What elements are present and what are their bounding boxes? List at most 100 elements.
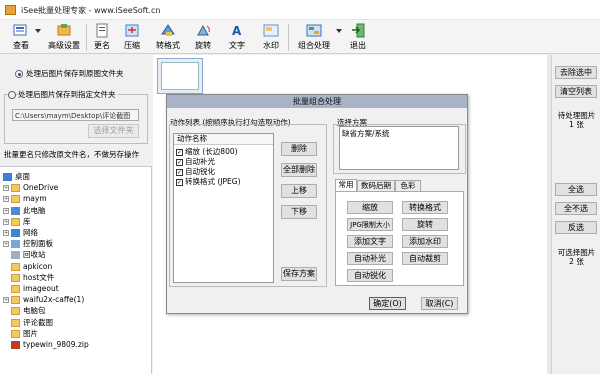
output-path-field[interactable]: C:\Users\maym\Desktop\评论截图: [12, 109, 139, 121]
tree-item[interactable]: + 控制面板: [3, 238, 53, 249]
rename-button[interactable]: 更名: [88, 22, 116, 53]
convert-format-icon: [161, 24, 175, 36]
folder-icon: [11, 296, 20, 305]
action-item[interactable]: ✓ 转换格式 (JPEG): [176, 177, 241, 187]
tree-item-label: 回收站: [23, 250, 46, 260]
tree-item[interactable]: + waifu2x-caffe(1): [3, 294, 84, 305]
action-label: 缩放 (长边800): [185, 147, 238, 156]
auto-sharpen-tool-button[interactable]: 自动锐化: [347, 269, 393, 282]
tree-item[interactable]: + 库: [3, 216, 31, 227]
delete-button[interactable]: 删除: [281, 142, 317, 156]
resize-tool-button[interactable]: 缩放: [347, 201, 393, 214]
tool-tabs: 常用 数码后期 色彩: [335, 179, 464, 191]
exit-icon: [352, 23, 365, 38]
dropdown-arrow-icon[interactable]: [35, 29, 41, 33]
jpg-size-limit-tool-button[interactable]: JPG限制大小: [347, 218, 393, 231]
convert-format-tool-button[interactable]: 转换格式: [402, 201, 448, 214]
choose-folder-button[interactable]: 选择文件夹: [88, 124, 139, 138]
tree-item[interactable]: + 网络: [3, 227, 38, 238]
convert-format-button[interactable]: 转格式: [152, 22, 184, 53]
tree-item[interactable]: apkicon: [3, 261, 52, 272]
folder-tree[interactable]: 桌面 + OneDrive + maym + 此电脑 + 库 + 网络 + 控制面板 回收站 apkicon…: [0, 166, 152, 374]
auto-crop-tool-button[interactable]: 自动裁剪: [402, 252, 448, 265]
title-bar: iSee批量处理专家 - www.iSeeSoft.cn: [0, 0, 600, 20]
exit-button[interactable]: 退出: [344, 22, 372, 53]
tree-item[interactable]: host文件: [3, 272, 54, 283]
expand-toggle-icon[interactable]: +: [3, 207, 9, 214]
batch-combo-dialog: 批量组合处理 动作列表 (按顺序执行打勾选取动作) 动作名称 ✓ 缩放 (长边80…: [166, 94, 468, 314]
tree-item[interactable]: 桌面: [3, 171, 30, 182]
tree-item-label: host文件: [23, 272, 55, 282]
action-label: 转换格式 (JPEG): [185, 177, 241, 186]
expand-toggle-icon[interactable]: +: [3, 196, 9, 203]
move-down-button[interactable]: 下移: [281, 205, 317, 219]
advanced-settings-button[interactable]: 高级设置: [44, 22, 84, 53]
pending-images-count: 1 张: [569, 120, 584, 129]
select-all-button[interactable]: 全选: [555, 183, 597, 196]
clear-list-button[interactable]: 清空列表: [555, 85, 597, 98]
app-icon: [5, 5, 16, 15]
plan-listbox[interactable]: 缺省方案/系统: [339, 126, 459, 170]
dropdown-arrow-icon[interactable]: [336, 29, 342, 33]
watermark-button[interactable]: 水印: [256, 22, 286, 53]
ok-button[interactable]: 确定(O): [369, 297, 406, 310]
action-checkbox[interactable]: ✓: [176, 148, 183, 156]
compress-button[interactable]: 压缩: [118, 22, 146, 53]
compress-icon: [125, 24, 139, 37]
text-icon: A: [232, 24, 242, 38]
tree-item-label: 评论截图: [23, 317, 53, 327]
rotate-tool-button[interactable]: 旋转: [402, 218, 448, 231]
action-checkbox[interactable]: ✓: [176, 178, 183, 186]
folder-icon: [11, 273, 20, 282]
view-button[interactable]: 查看: [3, 22, 41, 53]
delete-all-button[interactable]: 全部删除: [281, 163, 317, 177]
tree-item[interactable]: 回收站: [3, 249, 46, 260]
expand-toggle-icon[interactable]: +: [3, 241, 9, 248]
select-none-button[interactable]: 全不选: [555, 202, 597, 215]
cancel-button[interactable]: 取消(C): [421, 297, 458, 310]
clear-selected-button[interactable]: 去除选中: [555, 66, 597, 79]
tree-item[interactable]: typewin_9809.zip: [3, 339, 89, 350]
tree-item[interactable]: + OneDrive: [3, 182, 58, 193]
tree-item[interactable]: 电脑包: [3, 305, 46, 316]
selectable-images-count: 2 张: [569, 257, 584, 266]
text-button[interactable]: A 文字: [222, 22, 252, 53]
expand-toggle-icon[interactable]: +: [3, 185, 9, 192]
tree-item[interactable]: + maym: [3, 193, 47, 204]
actions-listbox[interactable]: 动作名称 ✓ 缩放 (长边800) ✓ 自动补光 ✓ 自动锐化 ✓ 转换格式 (JPEG): [173, 133, 274, 283]
add-text-tool-button[interactable]: 添加文字: [347, 235, 393, 248]
action-item[interactable]: ✓ 缩放 (长边800): [176, 147, 238, 157]
tree-item-label: 此电脑: [23, 205, 46, 215]
add-watermark-tool-button[interactable]: 添加水印: [402, 235, 448, 248]
tree-item[interactable]: imageout: [3, 283, 59, 294]
tree-item-label: 库: [23, 216, 31, 226]
action-item[interactable]: ✓ 自动补光: [176, 157, 215, 167]
action-checkbox[interactable]: ✓: [176, 168, 183, 176]
radio-save-specified-folder[interactable]: [8, 91, 16, 99]
tree-item[interactable]: 图片: [3, 328, 38, 339]
auto-fill-light-tool-button[interactable]: 自动补光: [347, 252, 393, 265]
radio-save-same-folder[interactable]: [15, 70, 23, 78]
tree-item-label: OneDrive: [23, 183, 59, 193]
pending-images-label: 待处理图片: [557, 111, 596, 120]
move-up-button[interactable]: 上移: [281, 184, 317, 198]
radio-save-same-folder-label: 处理后图片保存到原图文件夹: [26, 69, 124, 78]
action-checkbox[interactable]: ✓: [176, 158, 183, 166]
invert-selection-button[interactable]: 反选: [555, 221, 597, 234]
save-plan-button[interactable]: 保存方案: [281, 267, 317, 281]
tab-color[interactable]: 色彩: [395, 180, 421, 191]
expand-toggle-icon[interactable]: +: [3, 218, 9, 225]
tab-common[interactable]: 常用: [335, 179, 357, 191]
expand-toggle-icon[interactable]: +: [3, 297, 9, 304]
image-thumbnail[interactable]: [157, 58, 203, 94]
folder-icon: [11, 262, 20, 271]
action-item[interactable]: ✓ 自动锐化: [176, 167, 215, 177]
zip-icon: [11, 341, 20, 349]
rotate-button[interactable]: 旋转: [188, 22, 218, 53]
expand-toggle-icon[interactable]: +: [3, 230, 9, 236]
window-title: iSee批量处理专家 - www.iSeeSoft.cn: [21, 6, 161, 15]
tree-item[interactable]: 评论截图: [3, 317, 53, 328]
tree-item[interactable]: + 此电脑: [3, 205, 46, 216]
combo-process-button[interactable]: 组合处理: [292, 22, 342, 53]
tab-digital-post[interactable]: 数码后期: [357, 180, 395, 191]
